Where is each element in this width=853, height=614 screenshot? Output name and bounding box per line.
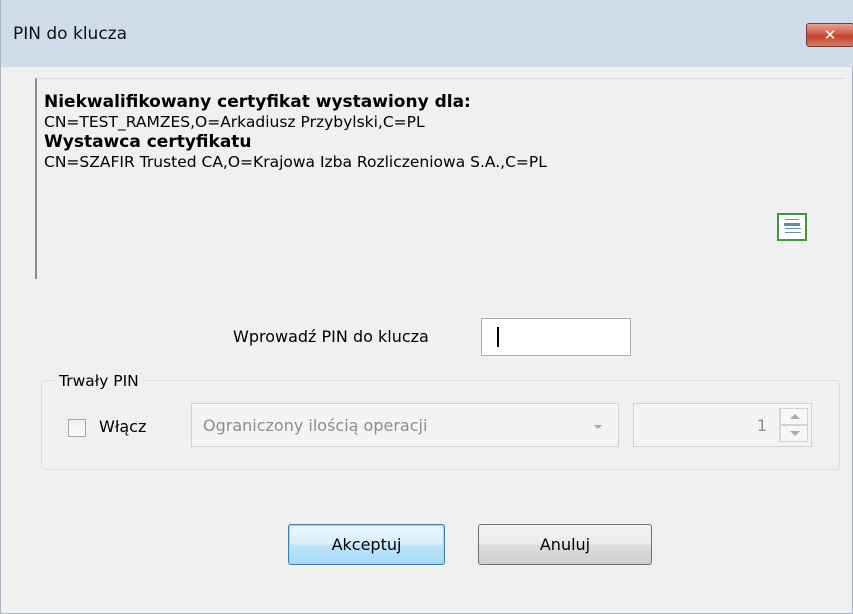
pin-mode-select[interactable]: Ograniczony ilością operacji (191, 403, 619, 447)
pin-label: Wprowadź PIN do klucza (233, 327, 429, 346)
enable-checkbox-label[interactable]: Włącz (99, 417, 146, 436)
pin-input[interactable] (481, 318, 631, 356)
permanent-pin-legend: Trwały PIN (55, 372, 143, 390)
certificate-info-panel: Niekwalifikowany certyfikat wystawiony d… (35, 78, 845, 279)
spin-up-button[interactable] (780, 408, 808, 425)
certificate-details: Niekwalifikowany certyfikat wystawiony d… (44, 92, 547, 172)
accept-button[interactable]: Akceptuj (288, 524, 445, 565)
enable-checkbox[interactable] (68, 419, 86, 437)
issuer-value: CN=SZAFIR Trusted CA,O=Krajowa Izba Rozl… (44, 153, 547, 171)
spin-down-button[interactable] (780, 425, 808, 442)
operation-count-spinner[interactable]: 1 (633, 403, 812, 447)
title-bar[interactable]: PIN do klucza ✕ (1, 0, 853, 67)
window-title: PIN do klucza (13, 24, 128, 44)
close-icon: ✕ (823, 26, 837, 44)
arrow-down-icon (790, 431, 800, 436)
certificate-icon[interactable] (777, 213, 807, 241)
spinner-buttons (779, 408, 808, 442)
cancel-button[interactable]: Anuluj (478, 524, 652, 565)
issuer-heading: Wystawca certyfikatu (44, 132, 252, 152)
close-button[interactable]: ✕ (806, 23, 853, 47)
text-caret (497, 327, 499, 347)
pin-dialog: PIN do klucza ✕ Niekwalifikowany certyfi… (0, 0, 853, 614)
subject-heading: Niekwalifikowany certyfikat wystawiony d… (44, 92, 471, 112)
arrow-up-icon (790, 414, 800, 419)
chevron-down-icon (594, 425, 602, 429)
subject-value: CN=TEST_RAMZES,O=Arkadiusz Przybylski,C=… (44, 113, 425, 131)
pin-mode-selected: Ograniczony ilością operacji (203, 416, 428, 435)
operation-count-value: 1 (756, 416, 767, 435)
